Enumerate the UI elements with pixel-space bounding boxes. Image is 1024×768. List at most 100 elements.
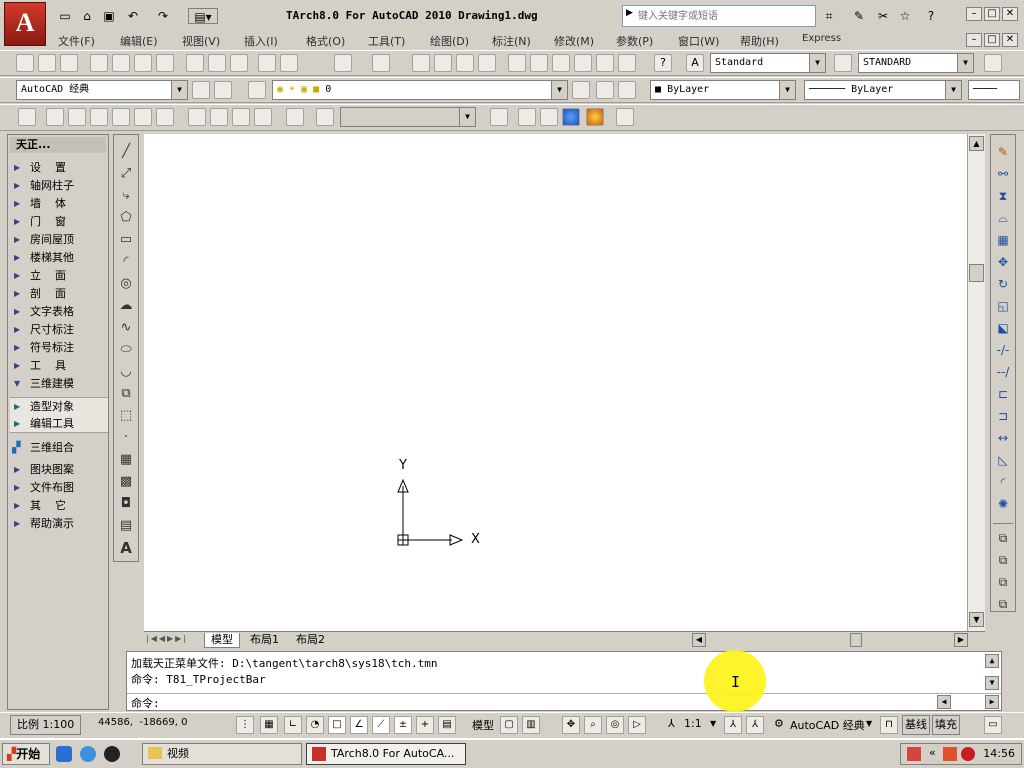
visual-style-manager-icon[interactable] bbox=[616, 108, 634, 126]
menu-dimension[interactable]: 标注(N) bbox=[492, 33, 531, 49]
trim-icon[interactable]: -/- bbox=[994, 341, 1012, 359]
make-block-icon[interactable]: ⬚ bbox=[117, 407, 135, 425]
print-icon[interactable]: ▤▾ bbox=[188, 8, 218, 24]
rectangle-icon[interactable]: ▭ bbox=[117, 231, 135, 249]
torus-icon[interactable] bbox=[156, 108, 174, 126]
insert-block-icon[interactable]: ⧉ bbox=[117, 385, 135, 403]
search-arrow-icon[interactable]: ▶ bbox=[626, 8, 633, 18]
extend-icon[interactable]: --/ bbox=[994, 363, 1012, 381]
block-editor-icon[interactable] bbox=[280, 54, 298, 72]
menu-express[interactable]: Express bbox=[802, 33, 841, 44]
menu-view[interactable]: 视图(V) bbox=[182, 33, 220, 49]
drawing-scale[interactable]: 比例 1:100 bbox=[10, 715, 82, 735]
plot-icon[interactable] bbox=[90, 54, 108, 72]
paste-icon[interactable] bbox=[230, 54, 248, 72]
zoom-window-icon[interactable] bbox=[456, 54, 474, 72]
chevron-down-icon[interactable]: ▼ bbox=[779, 81, 795, 99]
pan-status-icon[interactable]: ✥ bbox=[562, 716, 580, 734]
tz-item-blocks-patterns[interactable]: ▶ 图块图案 bbox=[10, 461, 108, 479]
dim-style-select[interactable]: STANDARD ▼ bbox=[858, 53, 974, 73]
color-select[interactable]: ■ ByLayer ▼ bbox=[650, 80, 796, 100]
tz-item-elevation[interactable]: ▶ 立 面 bbox=[10, 267, 108, 285]
object-snap-icon[interactable]: □ bbox=[328, 716, 346, 734]
menu-insert[interactable]: 插入(I) bbox=[244, 33, 278, 49]
taskbar-folder-button[interactable]: 视频 bbox=[142, 743, 302, 765]
lineweight-select[interactable]: ──── bbox=[968, 80, 1020, 100]
chevron-down-icon[interactable]: ▼ bbox=[945, 81, 961, 99]
polar-tracking-icon[interactable]: ◔ bbox=[306, 716, 324, 734]
doc-close-button[interactable]: ✕ bbox=[1002, 33, 1018, 47]
chevron-down-icon[interactable]: ▼ bbox=[809, 54, 825, 72]
markup-icon[interactable] bbox=[596, 54, 614, 72]
cmd-scroll-up-icon[interactable]: ▲ bbox=[985, 654, 999, 668]
stretch-icon[interactable]: ⬕ bbox=[994, 319, 1012, 337]
chevron-down-icon[interactable]: ▼ bbox=[551, 81, 567, 99]
ellipse-icon[interactable]: ⬭ bbox=[117, 341, 135, 359]
named-views-icon[interactable] bbox=[316, 108, 334, 126]
tz-item-tools[interactable]: ▶ 工 具 bbox=[10, 357, 108, 375]
bring-above-icon[interactable]: ⧉ bbox=[994, 573, 1012, 591]
dynamic-ucs-icon[interactable]: ⟋ bbox=[372, 716, 390, 734]
array-icon[interactable]: ▦ bbox=[994, 231, 1012, 249]
fill-toggle[interactable]: 填充 bbox=[932, 715, 960, 735]
tab-model[interactable]: 模型 bbox=[204, 633, 240, 648]
clean-screen-icon[interactable]: ▭ bbox=[984, 716, 1002, 734]
line-icon[interactable]: ╱ bbox=[117, 143, 135, 161]
offset-icon[interactable]: ⌓ bbox=[994, 209, 1012, 227]
break-icon[interactable]: ⊐ bbox=[994, 407, 1012, 425]
layer-manager-icon[interactable] bbox=[248, 81, 266, 99]
circle-icon[interactable]: ◎ bbox=[117, 275, 135, 293]
quick-view-drawings-icon[interactable]: ▥ bbox=[522, 716, 540, 734]
calculator-icon[interactable] bbox=[618, 54, 636, 72]
drawing-canvas[interactable]: Y X bbox=[144, 134, 967, 631]
chevron-down-icon[interactable]: ▼ bbox=[710, 719, 716, 728]
workspace-switch[interactable]: AutoCAD 经典 bbox=[790, 717, 865, 733]
table-style-icon[interactable] bbox=[984, 54, 1002, 72]
dynamic-input-icon[interactable]: ± bbox=[394, 716, 412, 734]
minimize-button[interactable]: – bbox=[966, 7, 982, 21]
tz-item-file-layout[interactable]: ▶ 文件布图 bbox=[10, 479, 108, 497]
scroll-thumb[interactable] bbox=[969, 264, 984, 282]
wedge-icon[interactable] bbox=[68, 108, 86, 126]
fillet-icon[interactable]: ◜ bbox=[994, 473, 1012, 491]
quicklaunch-browser-icon[interactable] bbox=[56, 746, 72, 762]
sheet-set-icon[interactable] bbox=[574, 54, 592, 72]
polysolid-icon[interactable] bbox=[18, 108, 36, 126]
text-style-icon[interactable]: A bbox=[686, 54, 704, 72]
dim-style-icon[interactable] bbox=[834, 54, 852, 72]
save-tool-icon[interactable] bbox=[60, 54, 78, 72]
chevron-down-icon[interactable]: ▼ bbox=[459, 108, 475, 126]
zoom-status-icon[interactable]: ⌕ bbox=[584, 716, 602, 734]
search-input[interactable] bbox=[635, 6, 811, 26]
tz-item-3d-modeling[interactable]: ▼ 三维建模 bbox=[10, 375, 108, 393]
model-space-toggle[interactable]: 模型 bbox=[472, 717, 494, 733]
view-select[interactable]: ▼ bbox=[340, 107, 476, 127]
chevron-down-icon[interactable]: ▼ bbox=[957, 54, 973, 72]
zoom-previous-icon[interactable] bbox=[478, 54, 496, 72]
tz-item-others[interactable]: ▶ 其 它 bbox=[10, 497, 108, 515]
quicklaunch-qq-icon[interactable] bbox=[104, 746, 120, 762]
tray-recorder-icon[interactable] bbox=[961, 747, 975, 761]
tz-item-rooms-roofs[interactable]: ▶ 房间屋顶 bbox=[10, 231, 108, 249]
tz-item-text-tables[interactable]: ▶ 文字表格 bbox=[10, 303, 108, 321]
menu-edit[interactable]: 编辑(E) bbox=[120, 33, 158, 49]
autocad-logo-icon[interactable]: A bbox=[4, 2, 46, 46]
point-icon[interactable]: · bbox=[117, 429, 135, 447]
grid-display-icon[interactable]: ▦ bbox=[260, 716, 278, 734]
tz-item-shape-objects[interactable]: ▶ 造型对象 bbox=[10, 397, 108, 415]
zoom-realtime-icon[interactable] bbox=[434, 54, 452, 72]
break-at-point-icon[interactable]: ⊏ bbox=[994, 385, 1012, 403]
gradient-icon[interactable]: ▩ bbox=[117, 473, 135, 491]
box-icon[interactable] bbox=[46, 108, 64, 126]
draw-order-back-icon[interactable]: ⧉ bbox=[994, 551, 1012, 569]
undo-tool-icon[interactable] bbox=[334, 54, 352, 72]
cmd-scroll-left-icon[interactable]: ◀ bbox=[937, 695, 951, 709]
scale-icon[interactable]: ◱ bbox=[994, 297, 1012, 315]
hatch-icon[interactable]: ▦ bbox=[117, 451, 135, 469]
cmd-scroll-right-icon[interactable]: ▶ bbox=[985, 695, 999, 709]
close-button[interactable]: ✕ bbox=[1002, 7, 1018, 21]
taskbar-tarch-button[interactable]: TArch8.0 For AutoCA... bbox=[306, 743, 466, 765]
layer-previous-icon[interactable] bbox=[596, 81, 614, 99]
3d-dwf-icon[interactable] bbox=[156, 54, 174, 72]
doc-restore-button[interactable]: □ bbox=[984, 33, 1000, 47]
